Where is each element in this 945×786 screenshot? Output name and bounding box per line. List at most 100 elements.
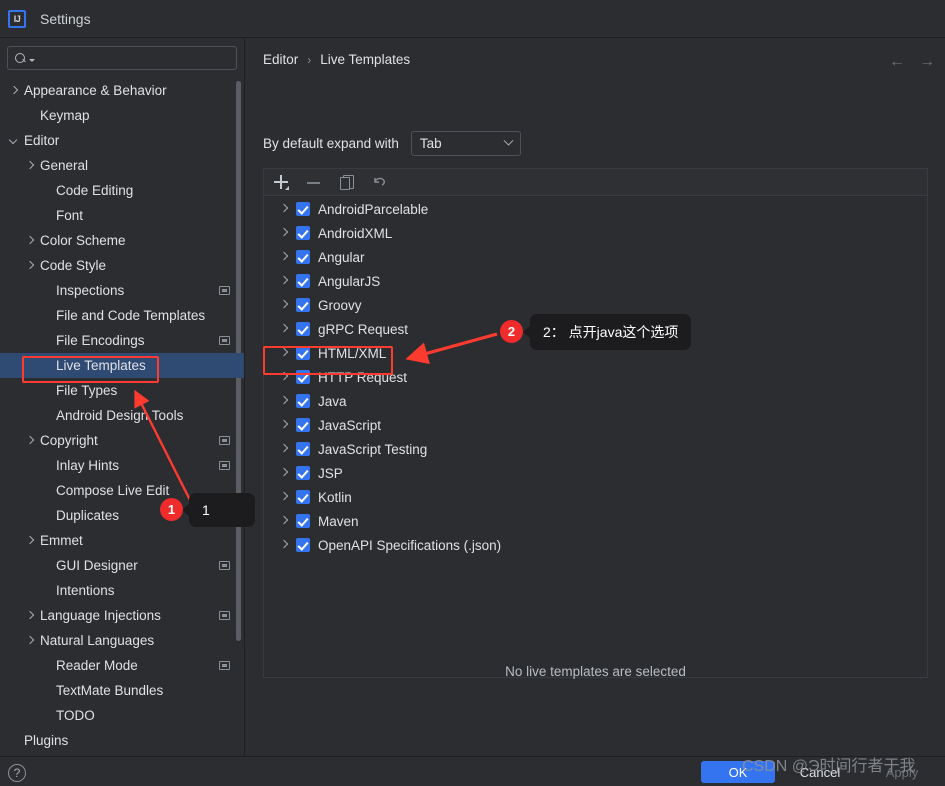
chevron-right-icon[interactable] <box>278 371 290 383</box>
template-checkbox[interactable] <box>296 298 310 312</box>
chevron-right-icon[interactable] <box>24 610 35 621</box>
chevron-right-icon[interactable] <box>278 251 290 263</box>
template-checkbox[interactable] <box>296 274 310 288</box>
sidebar-item-inspections[interactable]: Inspections <box>0 278 244 303</box>
annotation-badge-1: 1 <box>160 498 183 521</box>
chevron-right-icon[interactable] <box>278 539 290 551</box>
sidebar-item-file-and-code-templates[interactable]: File and Code Templates <box>0 303 244 328</box>
chevron-right-icon[interactable] <box>278 323 290 335</box>
breadcrumb-parent[interactable]: Editor <box>263 52 298 67</box>
template-group-row[interactable]: JSP <box>264 461 927 485</box>
sidebar-item-intentions[interactable]: Intentions <box>0 578 244 603</box>
chevron-right-icon[interactable] <box>278 467 290 479</box>
template-checkbox[interactable] <box>296 202 310 216</box>
sidebar-item-code-editing[interactable]: Code Editing <box>0 178 244 203</box>
chevron-down-icon[interactable] <box>8 135 19 146</box>
sidebar-item-android-design-tools[interactable]: Android Design Tools <box>0 403 244 428</box>
templates-list: AndroidParcelable AndroidXML Angular Angula… <box>264 196 927 557</box>
sidebar-item-gui-designer[interactable]: GUI Designer <box>0 553 244 578</box>
sidebar-item-appearance-behavior[interactable]: Appearance & Behavior <box>0 78 244 103</box>
sidebar-item-live-templates[interactable]: Live Templates <box>0 353 244 378</box>
chevron-right-icon[interactable] <box>278 491 290 503</box>
template-group-row[interactable]: Maven <box>264 509 927 533</box>
template-group-label: JavaScript Testing <box>318 441 428 457</box>
expand-with-select[interactable]: Tab <box>410 131 521 156</box>
template-checkbox[interactable] <box>296 514 310 528</box>
sidebar-item-general[interactable]: General <box>0 153 244 178</box>
template-checkbox[interactable] <box>296 418 310 432</box>
chevron-right-icon[interactable] <box>278 395 290 407</box>
sidebar-item-emmet[interactable]: Emmet <box>0 528 244 553</box>
sidebar-item-label: Keymap <box>40 108 90 123</box>
template-group-row[interactable]: JavaScript Testing <box>264 437 927 461</box>
chevron-right-icon[interactable] <box>278 275 290 287</box>
template-group-row[interactable]: Java <box>264 389 927 413</box>
template-checkbox[interactable] <box>296 394 310 408</box>
undo-icon <box>374 177 385 186</box>
sidebar-item-label: Reader Mode <box>56 658 138 673</box>
template-checkbox[interactable] <box>296 538 310 552</box>
sidebar-item-label: Live Templates <box>56 358 146 373</box>
template-checkbox[interactable] <box>296 250 310 264</box>
chevron-right-icon[interactable] <box>278 515 290 527</box>
sidebar-item-reader-mode[interactable]: Reader Mode <box>0 653 244 678</box>
sidebar-item-editor[interactable]: Editor <box>0 128 244 153</box>
window-title: Settings <box>40 10 91 27</box>
chevron-right-icon[interactable] <box>278 347 290 359</box>
sidebar-item-label: Code Editing <box>56 183 134 198</box>
sidebar-item-code-style[interactable]: Code Style <box>0 253 244 278</box>
template-checkbox[interactable] <box>296 442 310 456</box>
sidebar-item-todo[interactable]: TODO <box>0 703 244 728</box>
template-group-row[interactable]: AndroidXML <box>264 221 927 245</box>
sidebar-item-plugins[interactable]: Plugins <box>0 728 244 750</box>
template-group-label: Kotlin <box>318 489 352 505</box>
main-panel: Editor › Live Templates ← → By default e… <box>246 38 945 756</box>
template-group-row[interactable]: Angular <box>264 245 927 269</box>
template-group-row[interactable]: Kotlin <box>264 485 927 509</box>
chevron-right-icon[interactable] <box>278 299 290 311</box>
chevron-right-icon[interactable] <box>278 419 290 431</box>
template-checkbox[interactable] <box>296 226 310 240</box>
chevron-right-icon[interactable] <box>24 235 35 246</box>
arrow-left-icon[interactable]: ← <box>889 53 905 71</box>
sidebar-item-keymap[interactable]: Keymap <box>0 103 244 128</box>
sidebar-item-file-encodings[interactable]: File Encodings <box>0 328 244 353</box>
template-group-row[interactable]: JavaScript <box>264 413 927 437</box>
chevron-right-icon[interactable] <box>24 435 35 446</box>
sidebar-item-font[interactable]: Font <box>0 203 244 228</box>
chevron-right-icon[interactable] <box>278 227 290 239</box>
sidebar-item-textmate-bundles[interactable]: TextMate Bundles <box>0 678 244 703</box>
template-checkbox[interactable] <box>296 466 310 480</box>
template-checkbox[interactable] <box>296 370 310 384</box>
chevron-right-icon[interactable] <box>24 535 35 546</box>
chevron-right-icon[interactable] <box>24 635 35 646</box>
add-template-button[interactable] <box>273 174 289 190</box>
sidebar-item-inlay-hints[interactable]: Inlay Hints <box>0 453 244 478</box>
template-group-row[interactable]: HTTP Request <box>264 365 927 389</box>
chevron-right-icon[interactable] <box>278 443 290 455</box>
search-field[interactable] <box>7 46 237 70</box>
template-checkbox[interactable] <box>296 490 310 504</box>
sidebar-item-color-scheme[interactable]: Color Scheme <box>0 228 244 253</box>
sidebar-item-file-types[interactable]: File Types <box>0 378 244 403</box>
search-input[interactable] <box>39 50 230 66</box>
chevron-right-icon[interactable] <box>8 85 19 96</box>
sidebar-item-language-injections[interactable]: Language Injections <box>0 603 244 628</box>
template-checkbox[interactable] <box>296 346 310 360</box>
sidebar-item-label: Inlay Hints <box>56 458 120 473</box>
template-checkbox[interactable] <box>296 322 310 336</box>
breadcrumb-current: Live Templates <box>320 52 411 67</box>
chevron-right-icon[interactable] <box>24 260 35 271</box>
sidebar-item-natural-languages[interactable]: Natural Languages <box>0 628 244 653</box>
template-group-row[interactable]: AndroidParcelable <box>264 197 927 221</box>
template-group-row[interactable]: AngularJS <box>264 269 927 293</box>
chevron-right-icon[interactable] <box>278 203 290 215</box>
sidebar-item-copyright[interactable]: Copyright <box>0 428 244 453</box>
template-group-row[interactable]: OpenAPI Specifications (.json) <box>264 533 927 557</box>
help-button[interactable]: ? <box>8 764 26 782</box>
arrow-right-icon[interactable]: → <box>919 53 935 71</box>
chevron-right-icon[interactable] <box>24 160 35 171</box>
